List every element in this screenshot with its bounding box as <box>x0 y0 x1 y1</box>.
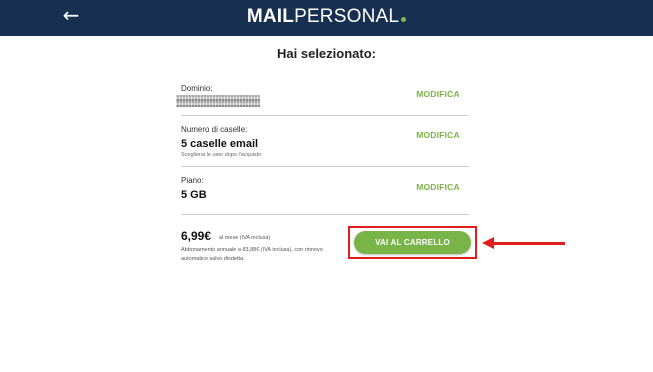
annotation-arrow <box>492 242 565 245</box>
domain-label: Dominio: <box>181 84 213 93</box>
subscription-terms: Abbonamento annuale a 83,88€ (IVA inclus… <box>181 247 323 262</box>
mailboxes-note: Sceglierai le user dopo l'acquisto <box>181 152 262 158</box>
top-bar: ← MAILPERSONAL <box>0 0 653 36</box>
price-suffix: al mese (IVA inclusa) <box>219 235 271 241</box>
divider <box>181 214 469 215</box>
logo-dot-icon <box>401 17 407 22</box>
edit-mailboxes-link[interactable]: MODIFICA <box>404 130 472 140</box>
page-title: Hai selezionato: <box>277 46 376 61</box>
edit-domain-link[interactable]: MODIFICA <box>404 89 472 99</box>
mailboxes-label: Numero di caselle: <box>181 125 248 134</box>
domain-value-redacted <box>176 95 260 107</box>
plan-label: Piano: <box>181 176 204 185</box>
price: 6,99€ <box>181 229 212 243</box>
mailboxes-value: 5 caselle email <box>181 138 259 150</box>
divider <box>181 166 469 167</box>
logo: MAILPERSONAL <box>0 6 653 28</box>
plan-value: 5 GB <box>181 189 207 201</box>
divider <box>181 115 469 116</box>
annotation-arrow-head-icon <box>482 237 494 249</box>
logo-light-text: PERSONAL <box>294 6 400 27</box>
logo-bold-text: MAIL <box>246 6 295 27</box>
go-to-cart-button[interactable]: VAI AL CARRELLO <box>354 231 471 254</box>
edit-plan-link[interactable]: MODIFICA <box>404 182 472 192</box>
